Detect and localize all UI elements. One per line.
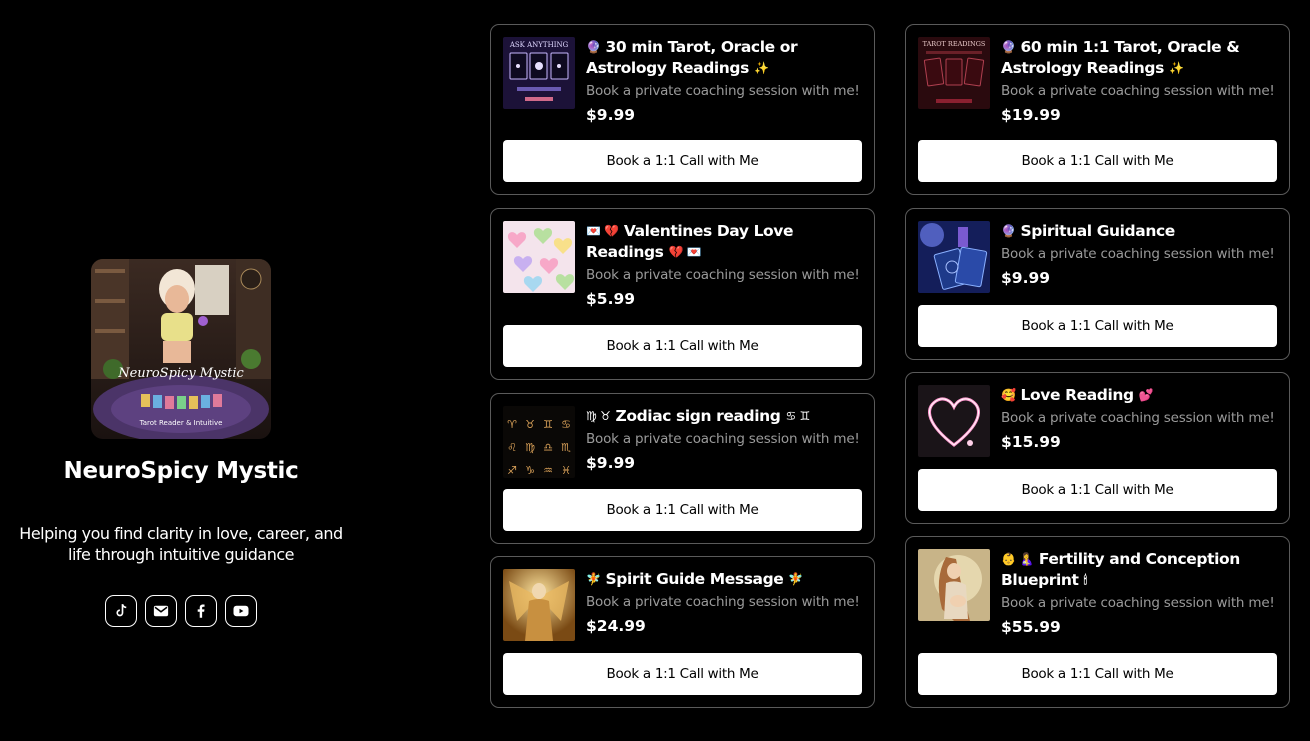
product-title-text: Zodiac sign reading — [615, 407, 781, 425]
svg-text:♏: ♏ — [561, 441, 571, 454]
facebook-icon — [197, 604, 205, 618]
svg-text:♋: ♋ — [561, 418, 571, 431]
sparkles-icon: ✨ — [753, 61, 769, 75]
thumbnail-caption: ASK ANYTHING — [509, 41, 569, 49]
product-title: 🔮 Spiritual Guidance — [1001, 221, 1279, 242]
product-title: 🔮 60 min 1:1 Tarot, Oracle & Astrology R… — [1001, 37, 1279, 79]
product-description: Book a private coaching session with me! — [586, 431, 860, 447]
product-price: $9.99 — [586, 454, 636, 472]
profile-name: NeuroSpicy Mystic — [63, 458, 299, 484]
product-description: Book a private coaching session with me! — [1001, 246, 1275, 262]
product-description: Book a private coaching session with me! — [586, 83, 860, 99]
svg-text:♉: ♉ — [525, 418, 535, 431]
product-price: $15.99 — [1001, 433, 1061, 451]
book-call-button[interactable]: Book a 1:1 Call with Me — [503, 325, 862, 367]
product-title: ♍ ♉ Zodiac sign reading ♋ ♊ — [586, 406, 864, 427]
product-card-valentines: 💌 💔 Valentines Day Love Readings 💔 💌 Boo… — [490, 208, 875, 380]
product-card-spiritual-guidance: 🔮 Spiritual Guidance Book a private coac… — [905, 208, 1290, 360]
profile-panel: NeuroSpicy Mystic Tarot Reader & Intuiti… — [0, 0, 362, 741]
product-title-text: 60 min 1:1 Tarot, Oracle & Astrology Rea… — [1001, 38, 1240, 77]
sparkles-icon: ✨ — [1168, 61, 1184, 75]
product-title: 🧚 Spirit Guide Message 🧚 — [586, 569, 864, 590]
product-title-text: Love Reading — [1020, 386, 1135, 404]
product-price: $9.99 — [586, 106, 636, 124]
product-card-tarot-60: TAROT READINGS 🔮 60 min 1:1 Tarot, Oracl… — [905, 24, 1290, 195]
svg-text:♍: ♍ — [525, 441, 535, 454]
product-price: $55.99 — [1001, 618, 1061, 636]
svg-text:♒: ♒ — [543, 464, 553, 477]
tiktok-link[interactable] — [105, 595, 137, 627]
social-links — [105, 595, 257, 627]
product-title: 👶 🤱 Fertility and Conception Blueprint 🕯 — [1001, 549, 1279, 591]
crystal-ball-icon: 🔮 — [586, 40, 601, 54]
product-title-text: Spiritual Guidance — [1020, 222, 1176, 240]
book-call-button[interactable]: Book a 1:1 Call with Me — [918, 305, 1277, 347]
svg-text:♑: ♑ — [525, 464, 535, 477]
svg-text:♌: ♌ — [507, 441, 517, 454]
tiktok-icon — [116, 604, 127, 617]
profile-avatar: NeuroSpicy Mystic Tarot Reader & Intuiti… — [91, 259, 271, 439]
svg-text:♐: ♐ — [507, 464, 517, 477]
profile-tagline: Helping you find clarity in love, career… — [19, 524, 343, 564]
product-title: 💌 💔 Valentines Day Love Readings 💔 💌 — [586, 221, 864, 263]
book-call-button[interactable]: Book a 1:1 Call with Me — [918, 140, 1277, 182]
email-link[interactable] — [145, 595, 177, 627]
fairy-icon: 🧚 — [586, 572, 601, 586]
email-icon — [153, 605, 169, 617]
product-thumbnail: ♈ ♉ ♊ ♋ ♌ ♍ ♎ ♏ ♐ ♑ ♒ ♓ — [503, 406, 575, 478]
product-card-tarot-30: ASK ANYTHING 🔮 30 min Tarot, Oracle or A… — [490, 24, 875, 195]
zodiac-icon: ♋ ♊ — [785, 409, 810, 423]
product-price: $5.99 — [586, 290, 636, 308]
svg-text:♊: ♊ — [543, 418, 553, 431]
product-thumbnail — [918, 221, 990, 293]
product-price: $19.99 — [1001, 106, 1061, 124]
svg-text:♓: ♓ — [561, 464, 571, 477]
avatar-title-text: NeuroSpicy Mystic — [117, 366, 244, 381]
two-hearts-icon: 💕 — [1138, 388, 1154, 402]
avatar-subtitle-text: Tarot Reader & Intuitive — [139, 419, 223, 427]
facebook-link[interactable] — [185, 595, 217, 627]
thumbnail-caption: TAROT READINGS — [923, 40, 986, 48]
product-price: $24.99 — [586, 617, 646, 635]
product-card-spirit-guide: 🧚 Spirit Guide Message 🧚 Book a private … — [490, 556, 875, 708]
product-thumbnail — [918, 549, 990, 621]
baby-icon: 👶 🤱 — [1001, 552, 1034, 566]
product-title-text: Spirit Guide Message — [605, 570, 784, 588]
product-description: Book a private coaching session with me! — [586, 594, 860, 610]
product-card-love-reading: 🥰 Love Reading 💕 Book a private coaching… — [905, 372, 1290, 524]
product-description: Book a private coaching session with me! — [586, 267, 860, 283]
youtube-icon — [233, 605, 249, 617]
product-title: 🔮 30 min Tarot, Oracle or Astrology Read… — [586, 37, 864, 79]
product-price: $9.99 — [1001, 269, 1051, 287]
broken-heart-icon: 💔 💌 — [668, 245, 702, 259]
product-title: 🥰 Love Reading 💕 — [1001, 385, 1279, 406]
fairy-icon: 🧚 — [788, 572, 803, 586]
book-call-button[interactable]: Book a 1:1 Call with Me — [918, 469, 1277, 511]
svg-text:♎: ♎ — [543, 441, 553, 454]
product-description: Book a private coaching session with me! — [1001, 83, 1275, 99]
product-thumbnail: ASK ANYTHING — [503, 37, 575, 109]
product-thumbnail: TAROT READINGS — [918, 37, 990, 109]
crystal-ball-icon: 🔮 — [1001, 40, 1016, 54]
product-card-fertility: 👶 🤱 Fertility and Conception Blueprint 🕯… — [905, 536, 1290, 708]
book-call-button[interactable]: Book a 1:1 Call with Me — [503, 653, 862, 695]
book-call-button[interactable]: Book a 1:1 Call with Me — [503, 489, 862, 531]
book-call-button[interactable]: Book a 1:1 Call with Me — [918, 653, 1277, 695]
zodiac-icon: ♍ ♉ — [586, 409, 611, 423]
product-title-text: Fertility and Conception Blueprint — [1001, 550, 1240, 589]
product-thumbnail — [503, 221, 575, 293]
book-call-button[interactable]: Book a 1:1 Call with Me — [503, 140, 862, 182]
candle-icon: 🕯 — [1083, 573, 1087, 587]
product-description: Book a private coaching session with me! — [1001, 595, 1275, 611]
smiling-hearts-icon: 🥰 — [1001, 388, 1016, 402]
crystal-ball-icon: 🔮 — [1001, 224, 1016, 238]
svg-text:♈: ♈ — [507, 418, 517, 431]
youtube-link[interactable] — [225, 595, 257, 627]
product-card-zodiac: ♈ ♉ ♊ ♋ ♌ ♍ ♎ ♏ ♐ ♑ ♒ ♓ ♍ ♉ Zodiac sign reading ♋… — [490, 393, 875, 544]
product-thumbnail — [503, 569, 575, 641]
product-thumbnail — [918, 385, 990, 457]
love-letter-icon: 💌 💔 — [586, 224, 619, 238]
product-description: Book a private coaching session with me! — [1001, 410, 1275, 426]
